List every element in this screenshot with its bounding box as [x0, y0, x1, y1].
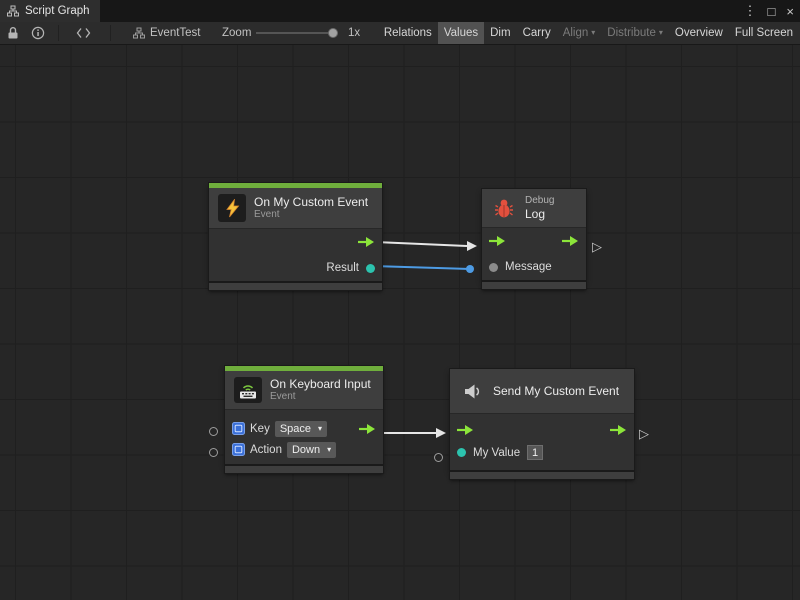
tab-script-graph[interactable]: Script Graph: [0, 0, 100, 22]
flow-input-port[interactable]: [489, 235, 506, 247]
key-external-port[interactable]: [209, 427, 218, 436]
fullscreen-button[interactable]: Full Screen: [729, 22, 799, 44]
node-subtitle: Event: [254, 209, 368, 221]
chevron-down-icon: ▾: [327, 446, 331, 454]
my-value-external-port[interactable]: [434, 453, 443, 462]
node-on-my-custom-event[interactable]: On My Custom Event Event Result: [209, 183, 382, 290]
tab-label: Script Graph: [25, 5, 90, 17]
distribute-button[interactable]: Distribute ▾: [601, 22, 669, 44]
node-footer: [450, 472, 634, 479]
graph-canvas[interactable]: On My Custom Event Event Result: [0, 45, 800, 600]
toolbar-button-group: Relations Values Dim Carry Align ▾ Distr…: [378, 22, 799, 44]
message-value-port[interactable]: [489, 263, 498, 272]
action-port-label: Action: [250, 444, 282, 456]
result-value-port[interactable]: [366, 264, 375, 273]
relation-triangle-icon: ▷: [592, 240, 602, 253]
zoom-label: Zoom: [222, 27, 251, 39]
graph-asset-icon: [133, 27, 145, 39]
graph-toolbar: EventTest Zoom 1x Relations Values Dim C…: [0, 22, 800, 45]
node-debug-log[interactable]: Debug Log Message: [482, 189, 586, 289]
chevron-down-icon: ▾: [318, 425, 322, 433]
maximize-icon[interactable]: □: [768, 4, 776, 19]
chevron-down-icon: ▾: [591, 29, 595, 37]
node-footer: [225, 466, 383, 473]
keyboard-input-icon: [234, 377, 262, 403]
window-titlebar: Script Graph ⋮ □ ×: [0, 0, 800, 22]
value-connection-result-to-message: [369, 262, 474, 273]
flow-output-port[interactable]: [359, 423, 376, 435]
flow-connection-keyboard-to-send: [377, 428, 446, 438]
key-action-icon: [232, 443, 245, 456]
lock-icon[interactable]: [7, 26, 19, 40]
flow-output-port[interactable]: [358, 236, 375, 248]
relations-button[interactable]: Relations: [378, 22, 438, 44]
key-port-label: Key: [250, 423, 270, 435]
result-port-label: Result: [326, 262, 359, 274]
info-icon[interactable]: [31, 26, 45, 40]
flow-input-port[interactable]: [457, 424, 474, 436]
my-value-label: My Value: [473, 447, 520, 459]
my-value-input[interactable]: [527, 445, 543, 460]
close-icon[interactable]: ×: [786, 4, 794, 19]
my-value-port[interactable]: [457, 448, 466, 457]
keycode-icon: [232, 422, 245, 435]
zoom-slider-handle[interactable]: [328, 28, 338, 38]
toolbar-separator: [110, 25, 111, 41]
node-send-my-custom-event[interactable]: Send My Custom Event My Value: [450, 369, 634, 479]
action-dropdown[interactable]: Down ▾: [287, 442, 336, 458]
lightning-icon: [218, 194, 246, 222]
graph-name-breadcrumb[interactable]: EventTest: [150, 27, 201, 39]
connection-lines: [0, 45, 800, 600]
carry-button[interactable]: Carry: [517, 22, 557, 44]
node-title: On My Custom Event: [254, 195, 368, 209]
script-graph-icon: [7, 5, 19, 17]
values-button[interactable]: Values: [438, 22, 484, 44]
node-footer: [209, 283, 382, 290]
overview-button[interactable]: Overview: [669, 22, 729, 44]
relation-triangle-icon: ▷: [639, 427, 649, 440]
node-kicker: Debug: [525, 195, 554, 207]
node-on-keyboard-input[interactable]: On Keyboard Input Event Key Space ▾: [225, 366, 383, 473]
node-footer: [482, 282, 586, 289]
zoom-slider[interactable]: [256, 32, 338, 34]
flow-connection-custom-event-to-log: [375, 241, 477, 251]
message-port-label: Message: [505, 261, 552, 273]
node-title: Log: [525, 207, 554, 221]
key-dropdown[interactable]: Space ▾: [275, 421, 327, 437]
node-title: On Keyboard Input: [270, 377, 371, 391]
action-external-port[interactable]: [209, 448, 218, 457]
node-subtitle: Event: [270, 391, 371, 403]
bug-icon: [491, 195, 517, 221]
menu-kebab-icon[interactable]: ⋮: [744, 3, 757, 19]
align-button[interactable]: Align ▾: [557, 22, 602, 44]
send-event-icon: [459, 378, 485, 404]
zoom-value: 1x: [348, 27, 360, 39]
flow-output-port[interactable]: [562, 235, 579, 247]
flow-output-port[interactable]: [610, 424, 627, 436]
code-view-icon[interactable]: [76, 27, 91, 39]
toolbar-separator: [58, 25, 59, 41]
chevron-down-icon: ▾: [659, 29, 663, 37]
node-title: Send My Custom Event: [493, 384, 619, 398]
dim-button[interactable]: Dim: [484, 22, 516, 44]
